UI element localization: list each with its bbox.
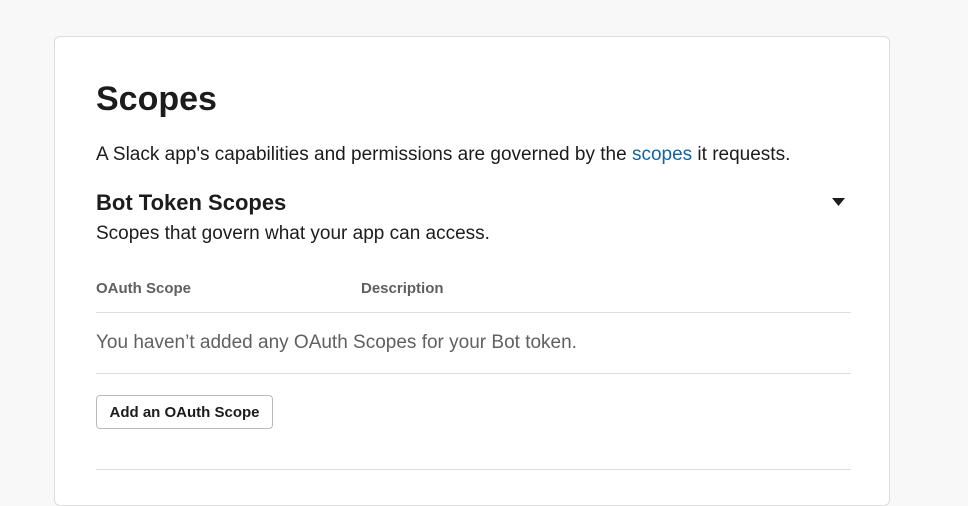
page-title: Scopes [96,80,217,118]
intro-text-end: it requests. [692,144,791,165]
intro-text: A Slack app's capabilities and permissio… [96,144,632,165]
scopes-table-header: OAuth Scope Description [96,280,851,313]
column-header-description: Description [361,280,444,297]
add-oauth-scope-button[interactable]: Add an OAuth Scope [96,395,273,429]
empty-state-message: You haven’t added any OAuth Scopes for y… [96,332,577,353]
scopes-link[interactable]: scopes [632,144,692,165]
scopes-intro: A Slack app's capabilities and permissio… [96,143,790,167]
bot-token-scopes-description: Scopes that govern what your app can acc… [96,223,490,244]
empty-scopes-row: You haven’t added any OAuth Scopes for y… [96,313,851,374]
bot-token-scopes-title: Bot Token Scopes [96,190,287,215]
caret-down-icon[interactable] [831,195,847,209]
scopes-card: Scopes A Slack app's capabilities and pe… [54,36,890,506]
section-divider [96,469,851,470]
column-header-oauth-scope: OAuth Scope [96,280,192,297]
